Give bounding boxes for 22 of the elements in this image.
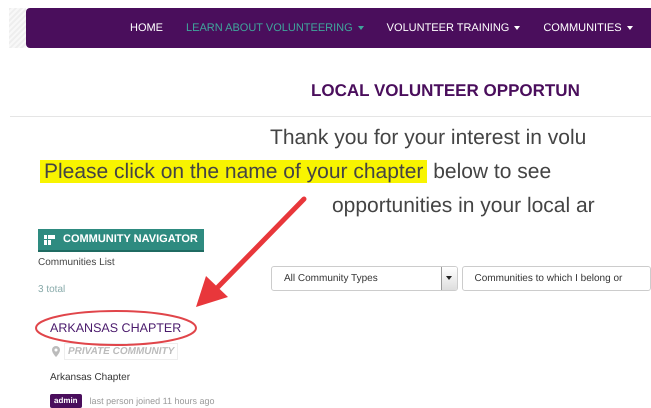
location-pin-icon	[52, 346, 60, 358]
total-count: 3 total	[38, 282, 66, 296]
nav-link[interactable]: COMMUNITIES	[543, 20, 633, 36]
activity-text: last person joined 11 hours ago	[90, 394, 214, 408]
filter-select[interactable]: Communities to which I belong or	[462, 266, 651, 290]
nav-link[interactable]: HOME	[130, 20, 163, 36]
page-heading: LOCAL VOLUNTEER OPPORTUN	[311, 80, 581, 102]
navigator-title: COMMUNITY NAVIGATOR	[63, 232, 198, 248]
nav-link[interactable]: LEARN ABOUT VOLUNTEERING	[186, 20, 364, 36]
nav-edge	[9, 8, 26, 48]
nav-link[interactable]: VOLUNTEER TRAINING	[386, 20, 520, 36]
role-badge: admin	[50, 394, 82, 408]
privacy-label: PRIVATE COMMUNITY	[64, 343, 178, 360]
list-subtitle: Communities List	[38, 256, 116, 270]
intro-text: opportunities in your local ar	[332, 192, 596, 218]
community-description: Arkansas Chapter	[50, 371, 132, 386]
filter-select[interactable]: All Community Types	[271, 266, 458, 290]
intro-text: Thank you for your interest in volu	[270, 124, 588, 150]
dropdown-button[interactable]	[440, 266, 456, 290]
intro-text: Please click on the name of your chapter below to see	[40, 154, 651, 188]
community-link[interactable]: ARKANSAS CHAPTER	[50, 318, 271, 338]
list-icon	[44, 234, 55, 244]
